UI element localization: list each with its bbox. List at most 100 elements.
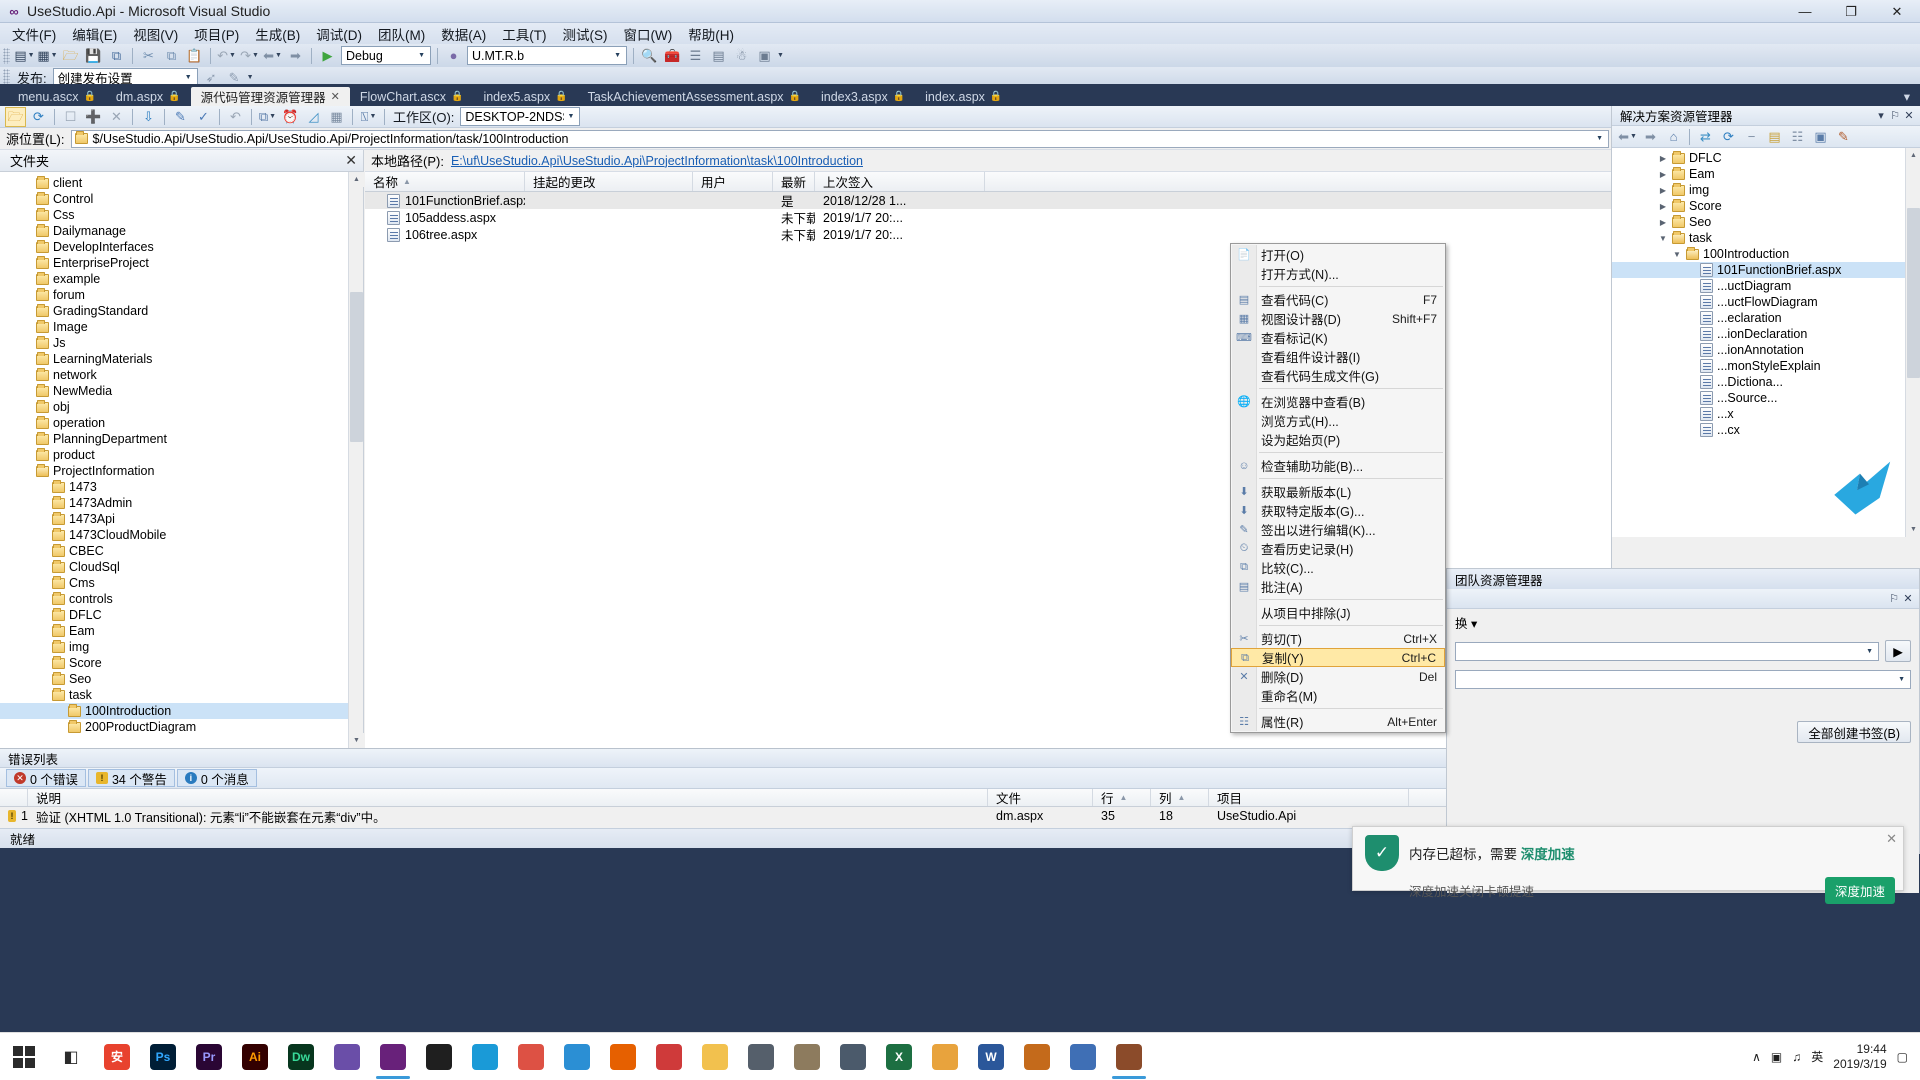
taskbar-explorer-icon[interactable] [692,1033,738,1080]
folder-tree-scrollbar[interactable]: ▲ ▼ [348,172,364,748]
document-tab-7[interactable]: index.aspx 🔒 [915,87,1012,106]
task-view-icon[interactable]: ◧ [48,1033,94,1080]
menu-item-1[interactable]: 编辑(E) [64,22,125,46]
solution-tree-node[interactable]: ▶ Seo [1612,214,1920,230]
navigate-backward-icon[interactable]: ⬅ ▼ [262,46,283,66]
document-tab-0[interactable]: menu.ascx 🔒 [8,87,106,106]
find-in-files-icon[interactable]: 🔍 [639,46,660,66]
label-icon[interactable]: ▦ [326,107,347,127]
folder-tree-node[interactable]: GradingStandard [0,303,363,319]
accelerate-button[interactable]: 深度加速 [1824,877,1895,904]
solution-tree-node[interactable]: ...Source... [1612,390,1920,406]
check-in-icon[interactable]: ✓ [193,107,214,127]
context-menu-item[interactable]: 🌐 在浏览器中查看(B) [1231,392,1445,411]
chevron-right-icon[interactable]: ▶ [1658,218,1668,227]
properties-icon[interactable]: ◿ [303,107,324,127]
solution-tree-node[interactable]: ...cx [1612,422,1920,438]
folder-tree-node[interactable]: img [0,639,363,655]
save-all-icon[interactable]: ⧉ [106,46,127,66]
taskbar-photoshop-icon[interactable]: Ps [140,1033,186,1080]
maximize-button[interactable]: ❐ [1828,0,1874,23]
menu-item-3[interactable]: 项目(P) [186,22,247,46]
delete-icon[interactable]: ✕ [106,107,127,127]
solution-tree-node[interactable]: ▼ 100Introduction [1612,246,1920,262]
compare-icon[interactable]: ⧉ ▼ [257,107,278,127]
menu-item-8[interactable]: 工具(T) [494,22,554,46]
folder-tree-node[interactable]: 1473Admin [0,495,363,511]
taskbar-360-icon[interactable]: 安 [94,1033,140,1080]
file-context-menu[interactable]: 📄 打开(O) 打开方式(N)... ▤ 查看代码(C) F7 ▦ 视图设计器(D) Shift… [1230,243,1446,733]
files-column-header-4[interactable]: 上次签入 [815,172,985,191]
files-list[interactable]: 101FunctionBrief.aspx 是 2018/12/28 1... 105… [365,192,1611,243]
document-tab-5[interactable]: TaskAchievementAssessment.aspx 🔒 [578,87,811,106]
document-tab-3[interactable]: FlowChart.ascx 🔒 [350,87,474,106]
menu-item-0[interactable]: 文件(F) [4,22,64,46]
context-menu-item[interactable]: ✎ 签出以进行编辑(K)... [1231,520,1445,539]
folder-tree-node[interactable]: Score [0,655,363,671]
document-tab-2[interactable]: 源代码管理资源管理器 ✕ [190,87,350,106]
taskbar-app6-icon[interactable] [922,1033,968,1080]
context-menu-item[interactable]: ⧉ 复制(Y) Ctrl+C [1231,648,1445,667]
context-menu-item[interactable]: ▦ 视图设计器(D) Shift+F7 [1231,309,1445,328]
minimize-button[interactable]: — [1782,0,1828,23]
chevron-right-icon[interactable]: ▶ [1658,202,1668,211]
folder-tree-node[interactable]: network [0,367,363,383]
scroll-up-icon[interactable]: ▲ [1906,148,1920,163]
tray-volume-icon[interactable]: ♫ [1792,1050,1801,1064]
taskbar-app8-icon[interactable] [1060,1033,1106,1080]
folder-tree-node[interactable]: task [0,687,363,703]
tray-network-icon[interactable]: ▣ [1771,1050,1782,1064]
taskbar-app4-icon[interactable] [784,1033,830,1080]
open-file-icon[interactable]: 🗁 [60,46,81,66]
branch-icon[interactable]: ⍂ ▼ [358,107,379,127]
document-tab-1[interactable]: dm.aspx 🔒 [106,87,191,106]
context-menu-item[interactable]: 设为起始页(P) [1231,430,1445,449]
chevron-down-icon[interactable]: ▾ [1874,109,1888,122]
undo-pending-changes-icon[interactable]: ↶ [225,107,246,127]
error-column-header-4[interactable]: 列 ▲ [1151,789,1209,806]
folder-tree-node[interactable]: ProjectInformation [0,463,363,479]
context-menu-item[interactable]: 查看代码生成文件(G) [1231,366,1445,385]
context-menu-item[interactable]: ⧉ 比较(C)... [1231,558,1445,577]
folder-tree-node[interactable]: forum [0,287,363,303]
close-icon[interactable]: ✕ [345,152,357,169]
refresh-icon[interactable]: ⟳ [1718,127,1739,147]
context-menu-item[interactable]: 从项目中排除(J) [1231,603,1445,622]
error-filter-info[interactable]: i0 个消息 [176,769,257,787]
folder-tree-node[interactable]: CloudSql [0,559,363,575]
team-explorer-search-input[interactable]: ▼ [1455,641,1879,661]
team-explorer-icon[interactable]: ☃ [731,46,752,66]
taskbar-cortana-icon[interactable] [416,1033,462,1080]
add-items-icon[interactable]: ➕ [83,107,104,127]
preview-selected-items-icon[interactable]: ▣ [1810,127,1831,147]
solution-config-combo[interactable]: Debug ▼ [341,46,431,65]
menu-item-5[interactable]: 调试(D) [308,22,370,46]
error-column-header-0[interactable] [0,789,28,806]
document-tab-4[interactable]: index5.aspx 🔒 [473,87,577,106]
solution-tree-node[interactable]: ...ionDeclaration [1612,326,1920,342]
context-menu-item[interactable]: ⬇ 获取特定版本(G)... [1231,501,1445,520]
copy-icon[interactable]: ⧉ [161,46,182,66]
context-menu-item[interactable]: 📄 打开(O) [1231,245,1445,264]
local-path-link[interactable]: E:\uf\UseStudio.Api\UseStudio.Api\Projec… [451,154,863,168]
context-menu-item[interactable]: ☷ 属性(R) Alt+Enter [1231,712,1445,731]
context-menu-item[interactable]: 查看组件设计器(I) [1231,347,1445,366]
taskbar-premiere-icon[interactable]: Pr [186,1033,232,1080]
solution-tree-node[interactable]: ▶ DFLC [1612,150,1920,166]
solution-tree-node[interactable]: ...uctDiagram [1612,278,1920,294]
solution-tree-node[interactable]: ▶ Eam [1612,166,1920,182]
save-icon[interactable]: 💾 [83,46,104,66]
tray-ime-icon[interactable]: 英 [1811,1048,1823,1065]
taskbar-chrome-icon[interactable] [508,1033,554,1080]
taskbar-vs-active-icon[interactable] [1106,1033,1152,1080]
show-all-files-icon[interactable]: ▤ [1764,127,1785,147]
chevron-right-icon[interactable]: ▶ [1658,170,1668,179]
team-explorer-nav-label[interactable]: 换 ▾ [1455,613,1477,632]
error-filter-err[interactable]: ✕ 0 个错误 [6,769,86,787]
close-button[interactable]: ✕ [1874,0,1920,23]
solution-tree-node[interactable]: ...Dictiona... [1612,374,1920,390]
files-column-header-3[interactable]: 最新 [773,172,815,191]
close-icon[interactable]: ✕ [1886,831,1897,847]
taskbar-browser-icon[interactable] [324,1033,370,1080]
solution-explorer-icon[interactable]: ▤ [708,46,729,66]
